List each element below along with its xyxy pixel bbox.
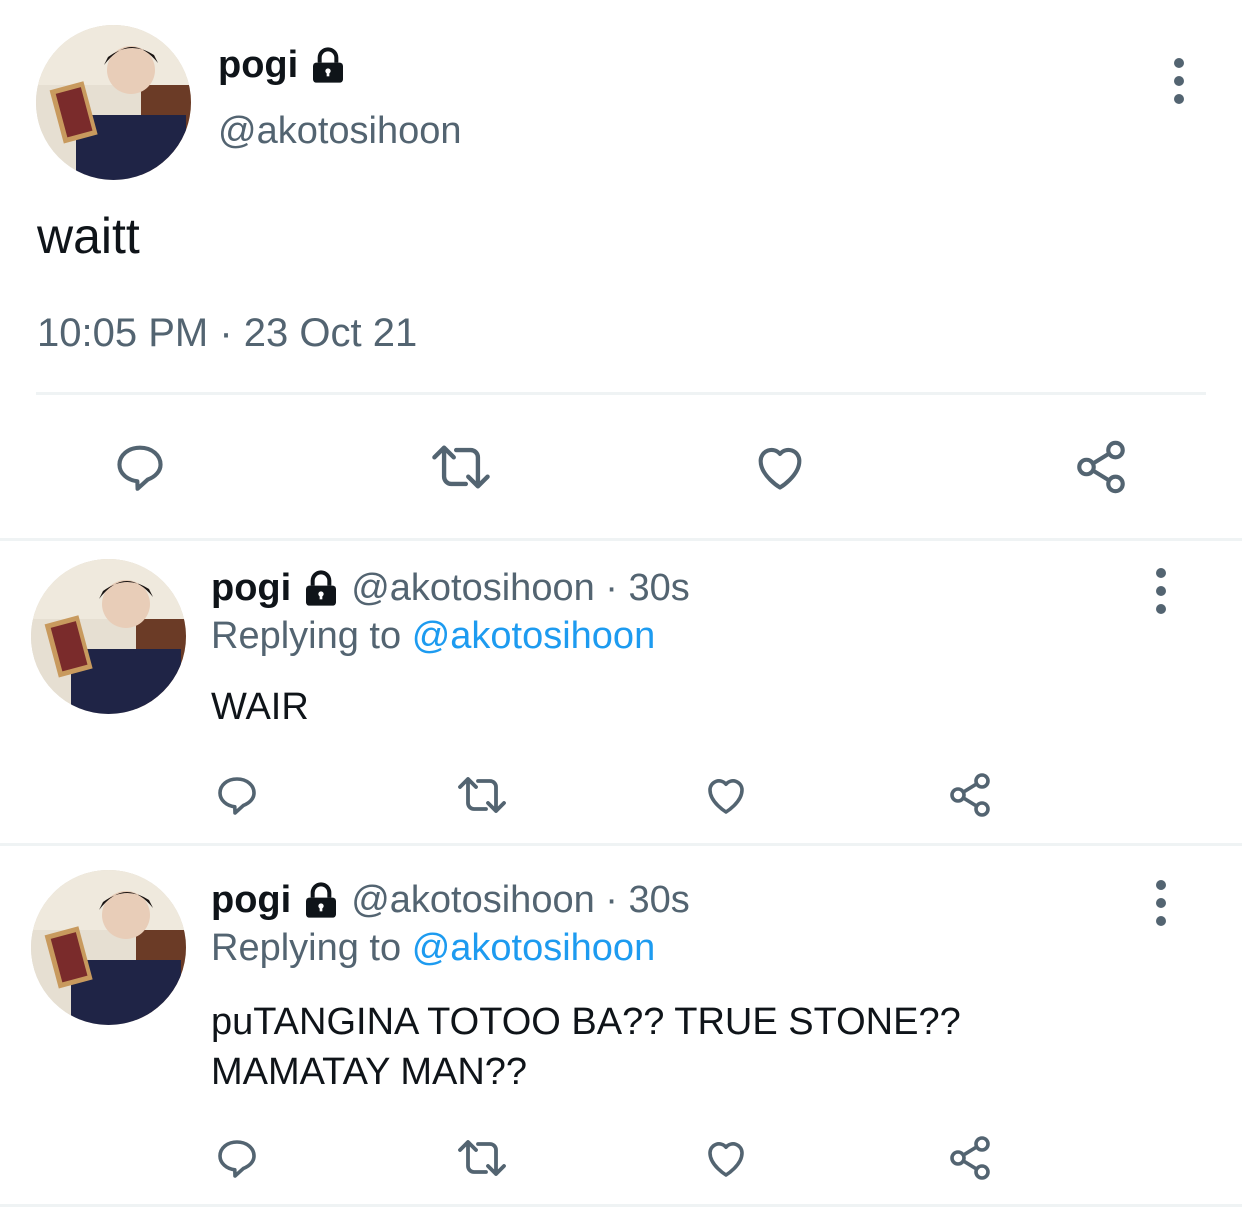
avatar[interactable] <box>31 870 186 1025</box>
reply-icon[interactable] <box>111 438 169 496</box>
tweet-text: waitt <box>37 208 140 264</box>
reply-text: WAIR <box>211 686 309 728</box>
divider <box>0 843 1242 846</box>
more-vertical-icon[interactable] <box>1155 880 1167 926</box>
reply-text-line: MAMATAY MAN?? <box>211 1051 528 1093</box>
handle-time[interactable]: @akotosihoon · 30s <box>351 879 690 922</box>
share-icon[interactable] <box>1072 438 1130 496</box>
avatar[interactable] <box>36 25 191 180</box>
replying-to-link[interactable]: @akotosihoon <box>412 927 656 969</box>
divider <box>0 538 1242 541</box>
replying-prefix: Replying to <box>211 927 402 969</box>
heart-icon[interactable] <box>750 438 810 496</box>
divider <box>36 392 1206 395</box>
retweet-icon[interactable] <box>454 1134 510 1182</box>
handle-time[interactable]: @akotosihoon · 30s <box>351 567 690 610</box>
lock-icon <box>308 46 348 86</box>
replying-to-link[interactable]: @akotosihoon <box>412 615 656 657</box>
replying-prefix: Replying to <box>211 615 402 657</box>
avatar[interactable] <box>31 559 186 714</box>
share-icon[interactable] <box>946 771 994 819</box>
heart-icon[interactable] <box>701 1134 751 1182</box>
timestamp[interactable]: 10:05 PM · 23 Oct 21 <box>37 311 417 356</box>
more-vertical-icon[interactable] <box>1173 58 1185 104</box>
handle[interactable]: @akotosihoon <box>218 110 462 153</box>
display-name[interactable]: pogi <box>218 44 298 87</box>
reply-text-line: puTANGINA TOTOO BA?? TRUE STONE?? <box>211 1001 961 1043</box>
display-name[interactable]: pogi <box>211 567 291 610</box>
retweet-icon[interactable] <box>454 771 510 819</box>
display-name[interactable]: pogi <box>211 879 291 922</box>
heart-icon[interactable] <box>701 771 751 819</box>
divider <box>0 1204 1242 1207</box>
lock-icon <box>301 569 341 609</box>
reply-icon[interactable] <box>213 1134 261 1182</box>
more-vertical-icon[interactable] <box>1155 568 1167 614</box>
reply-text: puTANGINA TOTOO BA?? TRUE STONE?? MAMATA… <box>211 997 961 1097</box>
lock-icon <box>301 881 341 921</box>
reply-icon[interactable] <box>213 771 261 819</box>
share-icon[interactable] <box>946 1134 994 1182</box>
retweet-icon[interactable] <box>427 438 495 496</box>
